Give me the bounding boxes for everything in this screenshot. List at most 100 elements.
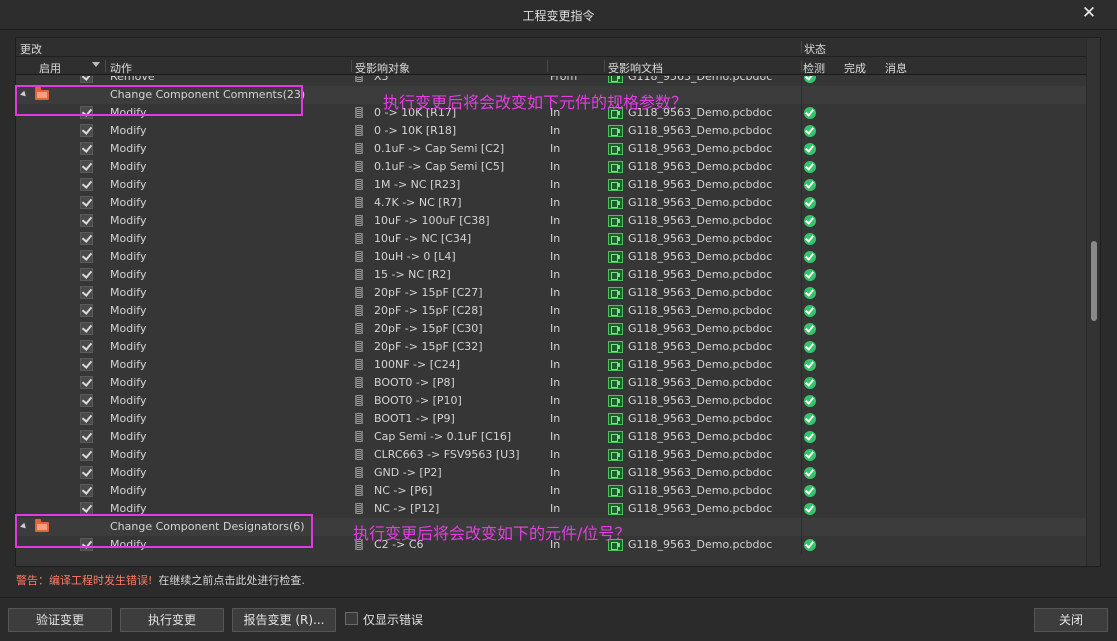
component-icon (355, 233, 363, 244)
col-done[interactable]: 完成 (844, 60, 866, 76)
table-row[interactable]: Modify 15 -> NC [R2] In G118_9563_Demo.pcbd… (16, 266, 1086, 284)
enable-checkbox[interactable] (80, 124, 93, 137)
table-row[interactable]: Modify 0.1uF -> Cap Semi [C2] In G118_9563_… (16, 140, 1086, 158)
enable-checkbox[interactable] (80, 268, 93, 281)
component-icon (355, 503, 363, 514)
report-changes-button[interactable]: 报告变更 (R)... (232, 608, 336, 632)
col-enable[interactable]: 启用 (39, 60, 61, 76)
table-row[interactable]: Modify 20pF -> 15pF [C32] In G118_9563_Demo… (16, 338, 1086, 356)
table-row[interactable]: Modify 1M -> NC [R23] In G118_9563_Demo.pcb… (16, 176, 1086, 194)
action-cell: Modify (110, 124, 147, 137)
table-row[interactable]: Modify 10uH -> 0 [L4] In G118_9563_Demo.pcb… (16, 248, 1086, 266)
enable-checkbox[interactable] (80, 160, 93, 173)
row-divider (801, 374, 802, 392)
col-affected-document[interactable]: 受影响文档 (608, 60, 663, 76)
warning-detail-link[interactable]: 在继续之前点击此处进行检查. (158, 574, 305, 587)
pcb-document-icon (608, 449, 623, 461)
enable-checkbox[interactable] (80, 394, 93, 407)
enable-checkbox[interactable] (80, 412, 93, 425)
enable-checkbox[interactable] (80, 178, 93, 191)
component-icon (355, 485, 363, 496)
check-ok-icon (804, 485, 816, 497)
table-row[interactable]: Modify 20pF -> 15pF [C28] In G118_9563_Demo… (16, 302, 1086, 320)
table-row[interactable]: Modify BOOT0 -> [P10] In G118_9563_Demo.pcb… (16, 392, 1086, 410)
table-row[interactable]: Modify 0.1uF -> Cap Semi [C5] In G118_9563_… (16, 158, 1086, 176)
enable-checkbox[interactable] (80, 232, 93, 245)
enable-checkbox[interactable] (80, 304, 93, 317)
table-row[interactable]: Modify BOOT0 -> [P8] In G118_9563_Demo.pcbd… (16, 374, 1086, 392)
row-divider (801, 500, 802, 518)
direction-cell: In (550, 250, 561, 263)
enable-checkbox[interactable] (80, 76, 93, 83)
table-row[interactable]: Modify NC -> [P6] In G118_9563_Demo.pcbdoc (16, 482, 1086, 500)
row-divider (801, 464, 802, 482)
pcb-document-icon (608, 485, 623, 497)
scrollbar-thumb[interactable] (1091, 241, 1097, 321)
object-cell: 10uF -> NC [C34] (374, 232, 472, 245)
enable-checkbox[interactable] (80, 214, 93, 227)
table-row[interactable]: Modify 10uF -> 100uF [C38] In G118_9563_Dem… (16, 212, 1086, 230)
close-icon[interactable]: ✕ (1079, 3, 1099, 23)
component-icon (355, 377, 363, 388)
action-cell: Modify (110, 322, 147, 335)
sort-arrow-icon[interactable] (92, 62, 100, 67)
execute-changes-button[interactable]: 执行变更 (120, 608, 224, 632)
enable-checkbox[interactable] (80, 376, 93, 389)
check-ok-icon (804, 395, 816, 407)
enable-checkbox[interactable] (80, 448, 93, 461)
pcb-document-icon (608, 341, 623, 353)
table-row[interactable]: Modify 20pF -> 15pF [C30] In G118_9563_Demo… (16, 320, 1086, 338)
enable-checkbox[interactable] (80, 340, 93, 353)
check-ok-icon (804, 503, 816, 515)
component-icon (355, 161, 363, 172)
table-row[interactable]: Modify 10uF -> NC [C34] In G118_9563_Demo.p… (16, 230, 1086, 248)
document-cell: G118_9563_Demo.pcbdoc (628, 466, 773, 479)
enable-checkbox[interactable] (80, 466, 93, 479)
document-cell: G118_9563_Demo.pcbdoc (628, 376, 773, 389)
col-message[interactable]: 消息 (885, 60, 907, 76)
table-row[interactable]: Modify GND -> [P2] In G118_9563_Demo.pcbdoc (16, 464, 1086, 482)
validate-changes-button[interactable]: 验证变更 (8, 608, 112, 632)
row-divider (801, 176, 802, 194)
row-divider (801, 320, 802, 338)
pcb-document-icon (608, 197, 623, 209)
enable-checkbox[interactable] (80, 286, 93, 299)
table-row[interactable]: Modify 20pF -> 15pF [C27] In G118_9563_Demo… (16, 284, 1086, 302)
only-errors-checkbox[interactable] (345, 612, 358, 625)
enable-checkbox[interactable] (80, 358, 93, 371)
check-ok-icon (804, 269, 816, 281)
check-ok-icon (804, 377, 816, 389)
col-affected-object[interactable]: 受影响对象 (355, 60, 410, 76)
document-cell: G118_9563_Demo.pcbdoc (628, 394, 773, 407)
action-cell: Modify (110, 394, 147, 407)
document-cell: G118_9563_Demo.pcbdoc (628, 196, 773, 209)
pcb-document-icon (608, 467, 623, 479)
enable-checkbox[interactable] (80, 322, 93, 335)
enable-checkbox[interactable] (80, 484, 93, 497)
warning-message[interactable]: 警告：编译工程时发生错误! 在继续之前点击此处进行检查. (16, 572, 305, 588)
only-errors-label[interactable]: 仅显示错误 (363, 611, 423, 628)
component-icon (355, 143, 363, 154)
enable-checkbox[interactable] (80, 250, 93, 263)
vertical-scrollbar[interactable] (1086, 38, 1100, 566)
table-row[interactable]: Modify BOOT1 -> [P9] In G118_9563_Demo.pcbd… (16, 410, 1086, 428)
close-button[interactable]: 关闭 (1034, 608, 1108, 632)
action-cell: Modify (110, 286, 147, 299)
table-row[interactable]: Modify 4.7K -> NC [R7] In G118_9563_Demo.pc… (16, 194, 1086, 212)
table-row[interactable]: Modify CLRC663 -> FSV9563 [U3] In G118_9563… (16, 446, 1086, 464)
check-ok-icon (804, 233, 816, 245)
document-cell: G118_9563_Demo.pcbdoc (628, 286, 773, 299)
col-check[interactable]: 检测 (803, 60, 825, 76)
row-divider (801, 536, 802, 554)
table-row[interactable]: Modify 0 -> 10K [R18] In G118_9563_Demo.pcb… (16, 122, 1086, 140)
enable-checkbox[interactable] (80, 430, 93, 443)
pcb-document-icon (608, 125, 623, 137)
enable-checkbox[interactable] (80, 142, 93, 155)
object-cell: Cap Semi -> 0.1uF [C16] (374, 430, 512, 443)
table-row[interactable]: Modify 100NF -> [C24] In G118_9563_Demo.pcb… (16, 356, 1086, 374)
direction-cell: In (550, 268, 561, 281)
enable-checkbox[interactable] (80, 196, 93, 209)
table-row[interactable]: Modify Cap Semi -> 0.1uF [C16] In G118_9563… (16, 428, 1086, 446)
col-action[interactable]: 动作 (110, 60, 132, 76)
row-divider (801, 518, 802, 536)
